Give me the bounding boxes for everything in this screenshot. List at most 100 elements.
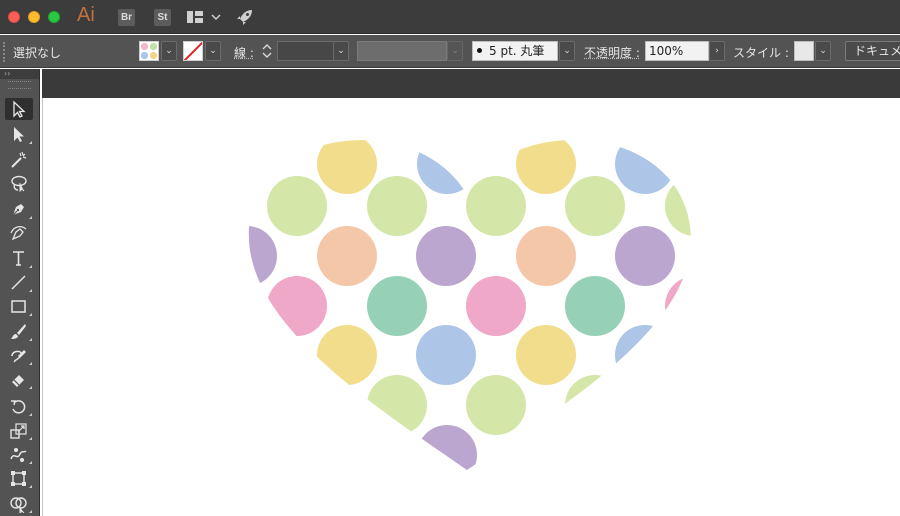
pattern-dot <box>417 425 477 485</box>
selection-tool[interactable] <box>5 98 33 120</box>
pattern-dot <box>565 276 625 336</box>
pattern-dot <box>516 425 576 485</box>
shape-builder-tool-icon <box>9 494 28 513</box>
fill-color-swatch[interactable] <box>139 41 159 61</box>
pattern-dot <box>565 375 625 435</box>
bridge-button[interactable]: Br <box>118 9 135 26</box>
chevron-down-icon: ⌄ <box>563 46 571 56</box>
pattern-dot <box>615 134 675 194</box>
graphic-style-swatch[interactable] <box>794 41 814 61</box>
arrange-documents-icon <box>186 8 224 26</box>
chevron-down-icon: ⌄ <box>451 46 459 56</box>
pattern-dot <box>565 176 625 236</box>
pattern-dot <box>317 226 377 286</box>
rotate-tool[interactable] <box>5 395 33 417</box>
stroke-color-swatch[interactable] <box>183 41 203 61</box>
lasso-tool[interactable] <box>5 172 33 194</box>
pattern-dot <box>367 176 427 236</box>
stroke-weight-label[interactable]: 線 : <box>234 44 254 61</box>
minimize-window-button[interactable] <box>28 11 40 23</box>
control-bar: 選択なし ⌄ ⌄ 線 : ⌄ ⌄ 5 pt. 丸筆 ⌄ 不透明度 : 100% … <box>0 35 900 68</box>
pattern-dot <box>615 325 675 385</box>
heart-dot-pattern <box>217 134 725 485</box>
pattern-dot <box>367 375 427 435</box>
pattern-dot <box>416 325 476 385</box>
tools-panel: ›› <box>0 69 40 516</box>
rectangle-tool[interactable] <box>5 295 33 317</box>
graphic-style-label: スタイル : <box>733 44 789 61</box>
curvature-tool-icon <box>9 224 28 243</box>
brush-definition-select[interactable]: 5 pt. 丸筆 <box>472 41 558 61</box>
chevron-down-icon: ⌄ <box>819 46 827 56</box>
artboard-canvas[interactable] <box>42 98 900 516</box>
pattern-dot <box>367 276 427 336</box>
line-segment-tool-icon <box>9 273 28 292</box>
stroke-weight-input[interactable] <box>277 41 333 61</box>
brush-definition-label: 5 pt. 丸筆 <box>489 44 544 58</box>
close-window-button[interactable] <box>8 11 20 23</box>
tool-group-indicator <box>29 216 32 219</box>
pattern-dot <box>416 226 476 286</box>
rocket-icon <box>235 7 255 27</box>
tool-group-indicator <box>29 510 32 513</box>
double-chevron-right-icon: ›› <box>4 69 10 78</box>
eraser-tool[interactable] <box>5 368 33 390</box>
pattern-dot <box>516 226 576 286</box>
eraser-tool-icon <box>9 370 28 389</box>
chevron-down-icon: ⌄ <box>209 46 217 56</box>
pattern-dot <box>317 325 377 385</box>
arrange-documents-button[interactable] <box>186 8 224 26</box>
magic-wand-tool[interactable] <box>5 148 33 170</box>
tool-group-indicator <box>29 289 32 292</box>
polka-dot-heart-artwork[interactable] <box>43 98 900 516</box>
round-brush-icon <box>477 48 482 53</box>
pen-tool-icon <box>9 200 28 219</box>
chevron-down-icon: ⌄ <box>337 46 345 56</box>
pattern-dot <box>615 226 675 286</box>
line-segment-tool[interactable] <box>5 271 33 293</box>
variable-width-dropdown-button[interactable]: ⌄ <box>447 41 463 61</box>
pattern-dot <box>466 375 526 435</box>
pattern-dot <box>665 276 725 336</box>
rectangle-tool-icon <box>9 297 28 316</box>
selection-tool-icon <box>9 100 28 119</box>
opacity-label[interactable]: 不透明度 : <box>584 44 640 61</box>
control-bar-grip[interactable] <box>3 42 5 62</box>
variable-width-profile[interactable] <box>357 41 447 61</box>
curvature-tool[interactable] <box>5 222 33 244</box>
brush-dropdown-button[interactable]: ⌄ <box>559 41 575 61</box>
type-tool[interactable] <box>5 247 33 269</box>
scale-tool-icon <box>9 421 28 440</box>
graphic-style-dropdown-button[interactable]: ⌄ <box>815 41 831 61</box>
document-setup-button[interactable]: ドキュメ <box>845 41 900 61</box>
scale-tool[interactable] <box>5 419 33 441</box>
gpu-performance-button[interactable] <box>235 7 255 27</box>
tool-group-indicator <box>29 386 32 389</box>
tool-group-indicator <box>29 461 32 464</box>
paintbrush-tool[interactable] <box>5 320 33 342</box>
puppet-warp-tool[interactable] <box>5 443 33 465</box>
zoom-window-button[interactable] <box>48 11 60 23</box>
stroke-color-dropdown-button[interactable]: ⌄ <box>205 41 221 61</box>
shaper-tool[interactable] <box>5 344 33 366</box>
pen-tool[interactable] <box>5 198 33 220</box>
stroke-weight-dropdown-button[interactable]: ⌄ <box>333 41 349 61</box>
tools-panel-grip[interactable] <box>8 81 31 89</box>
pattern-dot <box>466 176 526 236</box>
fill-dropdown-button[interactable]: ⌄ <box>161 41 177 61</box>
free-transform-tool[interactable] <box>5 467 33 489</box>
opacity-slider-button[interactable]: › <box>709 41 725 61</box>
magic-wand-tool-icon <box>9 150 28 169</box>
tool-group-indicator <box>29 413 32 416</box>
pattern-dot <box>317 134 377 194</box>
stock-button[interactable]: St <box>154 9 171 26</box>
stroke-weight-stepper[interactable] <box>260 41 274 61</box>
pattern-dot <box>516 325 576 385</box>
tool-group-indicator <box>29 362 32 365</box>
shape-builder-tool[interactable] <box>5 492 33 514</box>
pattern-dot <box>267 176 327 236</box>
opacity-input[interactable]: 100% <box>645 41 709 61</box>
type-tool-icon <box>9 249 28 268</box>
direct-selection-tool[interactable] <box>5 123 33 145</box>
tools-panel-collapse-button[interactable]: ›› <box>0 69 39 79</box>
